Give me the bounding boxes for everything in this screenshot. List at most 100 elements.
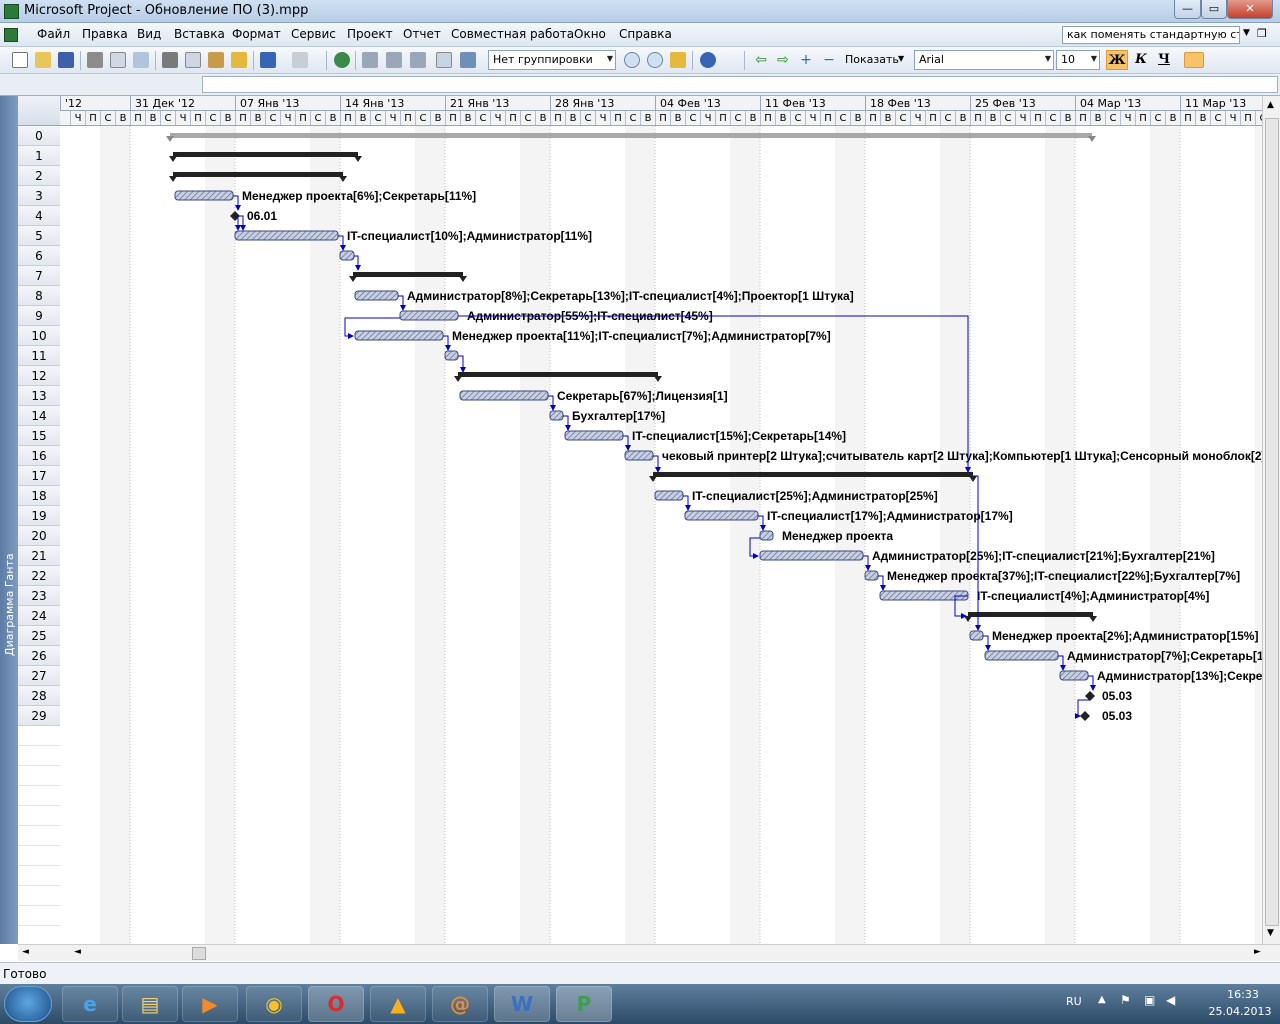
horizontal-scrollbar[interactable]: ◄ ◄ ► [18,944,1280,961]
scroll-left-icon[interactable]: ◄ [22,947,29,957]
task-bar[interactable] [234,230,339,241]
hyperlink-globe-icon[interactable] [334,52,350,68]
summary-bar[interactable] [173,172,343,177]
clock-date[interactable]: 25.04.2013 [1200,1005,1280,1018]
hide-subtasks-icon[interactable]: − [821,52,837,68]
summary-bar[interactable] [353,272,463,277]
help-icon[interactable] [700,52,716,68]
menu-collaborate[interactable]: Совместная работа [451,27,574,41]
new-icon[interactable] [12,52,28,68]
row-number[interactable]: 8 [18,286,60,306]
chrome-icon[interactable]: ◉ [246,986,302,1022]
cut-icon[interactable] [162,52,178,68]
filter-icon[interactable] [1184,52,1204,68]
row-number[interactable]: 15 [18,426,60,446]
task-bar[interactable] [444,350,459,361]
scroll-down-icon[interactable]: ▼ [1267,928,1274,938]
explorer-folder-icon[interactable]: ▤ [122,986,178,1022]
task-bar[interactable] [339,250,355,261]
row-number[interactable]: 22 [18,566,60,586]
row-number[interactable]: 19 [18,506,60,526]
entry-field[interactable] [202,76,1278,93]
help-question-box[interactable]: как поменять стандартную ст [1062,26,1240,44]
link-tasks-icon[interactable] [362,52,378,68]
menu-insert[interactable]: Вставка [174,27,225,41]
task-bar[interactable] [969,630,984,641]
row-number[interactable]: 29 [18,706,60,726]
scroll-right-icon[interactable]: ► [1254,947,1261,957]
row-number[interactable]: 4 [18,206,60,226]
mail-agent-icon[interactable]: @ [432,986,488,1022]
menu-edit[interactable]: Правка [82,27,128,41]
maximize-button[interactable]: ▭ [1201,0,1227,19]
undo-icon[interactable] [260,52,276,68]
open-icon[interactable] [35,52,51,68]
task-bar[interactable] [864,570,879,581]
task-bar[interactable] [984,650,1059,661]
task-bar[interactable] [174,190,234,201]
save-icon[interactable] [58,52,74,68]
task-bar[interactable] [459,390,549,401]
arrow-left-icon[interactable]: ⇦ [753,52,769,68]
milestone-diamond[interactable] [1080,711,1090,721]
row-number[interactable]: 18 [18,486,60,506]
row-number[interactable]: 14 [18,406,60,426]
row-number[interactable]: 23 [18,586,60,606]
menu-format[interactable]: Формат [232,27,281,41]
grouping-select[interactable]: Нет группировки ▼ [488,50,616,70]
summary-bar[interactable] [653,472,973,477]
assign-resources-icon[interactable] [460,52,476,68]
row-number[interactable]: 27 [18,666,60,686]
show-outline-dropdown-icon[interactable]: ▼ [898,54,904,63]
horizontal-scroll-thumb[interactable] [192,947,206,960]
task-bar[interactable] [759,530,774,541]
row-number[interactable]: 17 [18,466,60,486]
document-icon[interactable] [4,28,18,42]
view-bar[interactable]: Диаграмма Ганта [0,96,18,944]
task-bar[interactable] [354,330,444,341]
redo-icon[interactable] [292,52,308,68]
project-icon[interactable]: P [556,986,612,1022]
show-outline-button[interactable]: Показать [845,53,899,66]
windows-start-button[interactable] [4,986,52,1022]
task-bar[interactable] [624,450,654,461]
row-number[interactable]: 16 [18,446,60,466]
task-bar[interactable] [399,310,459,321]
task-bar[interactable] [759,550,864,561]
paste-icon[interactable] [208,52,224,68]
row-number[interactable]: 21 [18,546,60,566]
vertical-scrollbar[interactable]: ▲ ▼ [1262,96,1280,944]
menu-file[interactable]: Файл [37,27,70,41]
row-number[interactable]: 24 [18,606,60,626]
opera-icon[interactable]: O [308,986,364,1022]
zoom-in-icon[interactable] [624,52,640,68]
arrow-right-icon[interactable]: ⇨ [775,52,791,68]
row-number[interactable]: 13 [18,386,60,406]
summary-bar[interactable] [173,152,358,157]
split-task-icon[interactable] [410,52,426,68]
print-preview-icon[interactable] [110,52,126,68]
menu-tools[interactable]: Сервис [291,27,336,41]
menu-project[interactable]: Проект [347,27,393,41]
scroll-up-icon[interactable]: ▲ [1267,100,1274,110]
menu-help[interactable]: Справка [619,27,672,41]
row-number[interactable]: 25 [18,626,60,646]
row-number[interactable]: 11 [18,346,60,366]
row-number[interactable]: 6 [18,246,60,266]
task-bar[interactable] [564,430,624,441]
row-number[interactable]: 28 [18,686,60,706]
task-bar[interactable] [1059,670,1089,681]
action-center-flag-icon[interactable]: ⚑ [1120,993,1131,1007]
help-dropdown-icon[interactable]: ▼ [1243,28,1250,38]
word-icon[interactable]: W [494,986,550,1022]
task-bar[interactable] [549,410,564,421]
menu-report[interactable]: Отчет [403,27,441,41]
scroll-to-task-icon[interactable] [670,52,686,68]
row-number[interactable]: 9 [18,306,60,326]
avast-icon[interactable]: ▲ [370,986,426,1022]
scroll-left-icon[interactable]: ◄ [74,947,81,957]
task-bar[interactable] [684,510,759,521]
clock-time[interactable]: 16:33 [1206,988,1280,1001]
project-summary-bar[interactable] [170,133,1092,138]
zoom-out-icon[interactable] [647,52,663,68]
